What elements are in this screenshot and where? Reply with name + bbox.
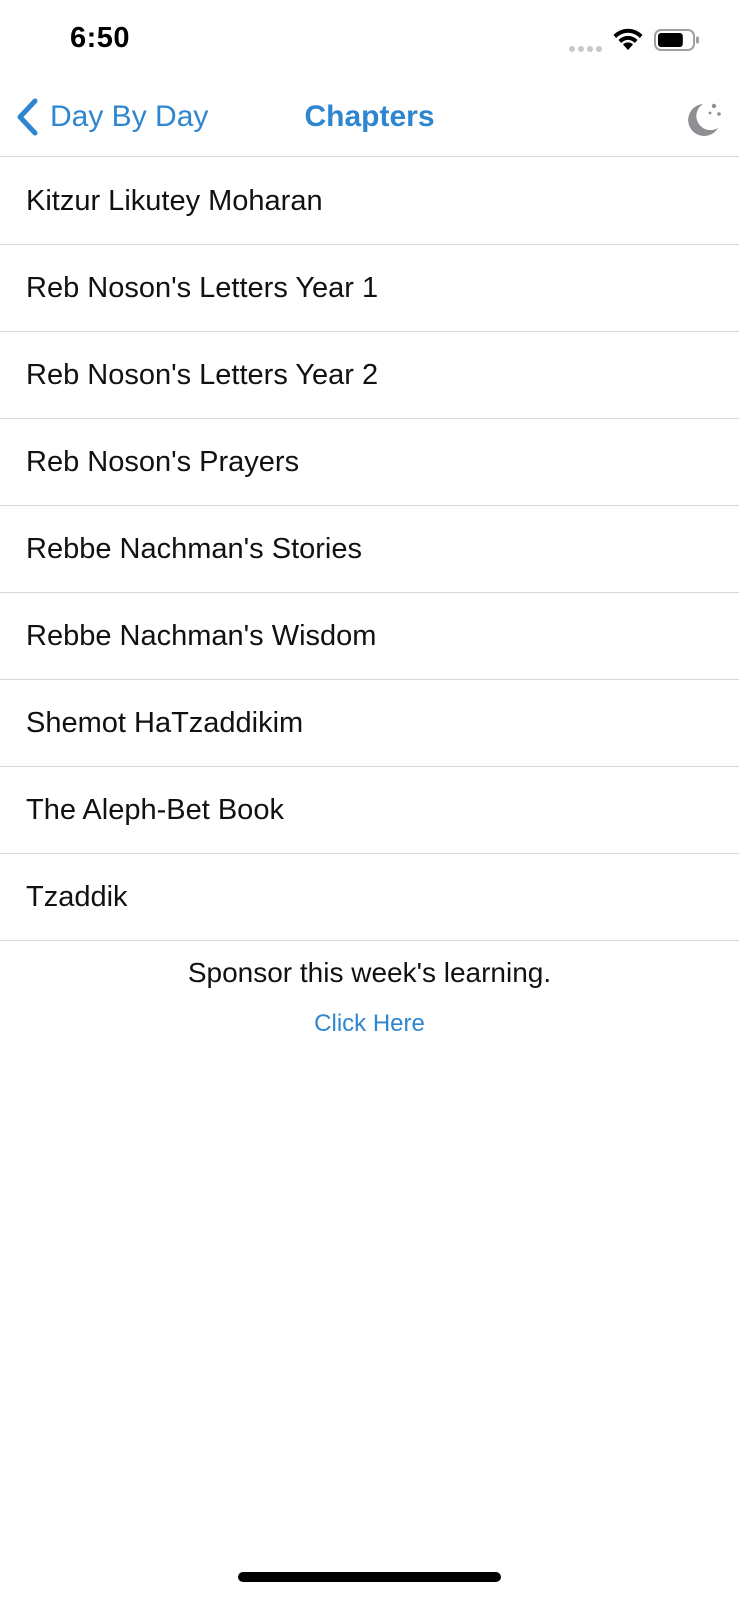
list-item[interactable]: Reb Noson's Prayers <box>0 419 739 506</box>
list-item[interactable]: Reb Noson's Letters Year 2 <box>0 332 739 419</box>
home-indicator[interactable] <box>238 1572 501 1582</box>
list-item[interactable]: Kitzur Likutey Moharan <box>0 158 739 245</box>
list-item[interactable]: Reb Noson's Letters Year 1 <box>0 245 739 332</box>
signal-icon <box>569 42 603 52</box>
chapter-list: Kitzur Likutey Moharan Reb Noson's Lette… <box>0 158 739 941</box>
sponsor-link[interactable]: Click Here <box>0 1010 739 1038</box>
battery-icon <box>654 29 699 51</box>
list-item[interactable]: The Aleph-Bet Book <box>0 767 739 854</box>
chapter-label: Reb Noson's Letters Year 1 <box>26 271 379 304</box>
chapter-label: Shemot HaTzaddikim <box>26 706 304 739</box>
navigation-bar: Day By Day Chapters <box>0 80 739 157</box>
wifi-icon <box>613 28 643 50</box>
page-title: Chapters <box>304 100 435 133</box>
status-bar: 6:50 <box>0 0 739 80</box>
chapter-label: Reb Noson's Prayers <box>26 445 300 478</box>
status-time: 6:50 <box>70 22 131 54</box>
list-item[interactable]: Rebbe Nachman's Stories <box>0 506 739 593</box>
list-item[interactable]: Shemot HaTzaddikim <box>0 680 739 767</box>
chapters-screen: 6:50 Day By Day Chapters Kitzur Likutey … <box>0 0 739 1600</box>
chapter-label: Kitzur Likutey Moharan <box>26 184 323 217</box>
chapter-label: Tzaddik <box>26 880 128 913</box>
chapter-label: Reb Noson's Letters Year 2 <box>26 358 379 391</box>
chapter-label: Rebbe Nachman's Wisdom <box>26 619 377 652</box>
list-item[interactable]: Rebbe Nachman's Wisdom <box>0 593 739 680</box>
chapter-label: The Aleph-Bet Book <box>26 793 284 826</box>
sponsor-text: Sponsor this week's learning. <box>187 957 552 988</box>
list-item[interactable]: Tzaddik <box>0 854 739 941</box>
chapter-label: Rebbe Nachman's Stories <box>26 532 362 565</box>
moon-stars-icon[interactable] <box>684 98 724 140</box>
